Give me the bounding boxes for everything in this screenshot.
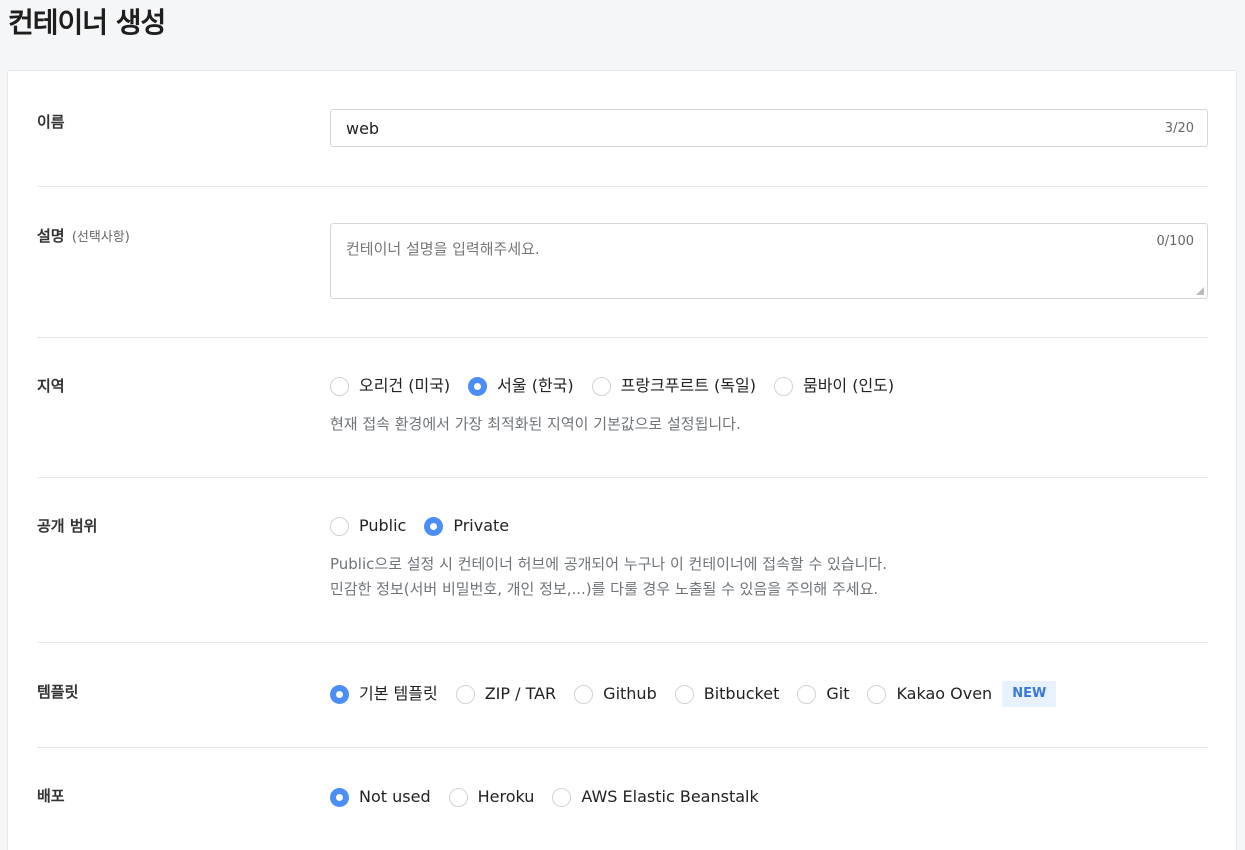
description-placeholder: 컨테이너 설명을 입력해주세요. [346,240,540,258]
description-row: 설명 (선택사항) 컨테이너 설명을 입력해주세요. 0/100 [37,187,1208,338]
template-option-git[interactable]: Git [797,683,849,705]
radio-unchecked-icon [773,376,793,396]
template-option-label: ZIP / TAR [484,684,557,703]
visibility-help-line1: Public으로 설정 시 컨테이너 허브에 공개되어 누구나 이 컨테이너에 … [330,555,888,573]
radio-checked-icon [330,787,349,807]
visibility-option-public[interactable]: Public [330,515,406,537]
region-option-label: 프랑크푸르트 (독일) [620,376,756,395]
radio-unchecked-icon [455,684,475,704]
radio-checked-icon [468,376,488,396]
deploy-option-label: Heroku [477,787,535,806]
radio-unchecked-icon [330,376,349,396]
name-char-counter: 3/20 [1164,121,1194,136]
description-label: 설명 (선택사항) [37,226,130,248]
deploy-option-label: AWS Elastic Beanstalk [581,787,759,806]
region-radio-group: 오리건 (미국) 서울 (한국) 프랑크푸르트 (독일) 뭄바이 (인도) [330,375,1208,397]
radio-unchecked-icon [330,516,349,536]
radio-unchecked-icon [797,684,817,704]
deploy-option-label: Not used [359,787,431,806]
create-container-form: 이름 web 3/20 설명 (선택사항) 컨테이너 설명을 입력해주세요. 0… [7,70,1237,850]
template-option-label: Bitbucket [703,684,780,703]
region-help-text: 현재 접속 환경에서 가장 최적화된 지역이 기본값으로 설정됩니다. [330,415,741,433]
region-option-label: 오리건 (미국) [359,376,451,395]
template-row: 템플릿 기본 템플릿 ZIP / TAR Github Bitbucket Gi… [37,643,1208,748]
description-char-counter: 0/100 [1156,234,1194,249]
radio-unchecked-icon [591,376,611,396]
radio-unchecked-icon [674,684,694,704]
name-label: 이름 [37,113,65,131]
radio-unchecked-icon [867,684,887,704]
template-option-label: 기본 템플릿 [359,684,438,703]
radio-unchecked-icon [448,787,468,807]
resize-handle-icon[interactable] [1196,287,1204,295]
region-option-seoul[interactable]: 서울 (한국) [468,375,574,397]
deploy-radio-group: Not used Heroku AWS Elastic Beanstalk [330,786,1208,808]
radio-unchecked-icon [574,684,594,704]
visibility-label: 공개 범위 [37,517,98,535]
template-label: 템플릿 [37,683,79,701]
page-title: 컨테이너 생성 [8,6,166,39]
visibility-row: 공개 범위 Public Private Public으로 설정 시 컨테이너 … [37,478,1208,643]
visibility-help-line2: 민감한 정보(서버 비밀번호, 개인 정보,...)를 다룰 경우 노출될 수 … [330,580,879,598]
template-option-kakao-oven[interactable]: Kakao Oven [867,683,992,705]
region-row: 지역 오리건 (미국) 서울 (한국) 프랑크푸르트 (독일) 뭄바이 (인도) [37,338,1208,478]
region-option-mumbai[interactable]: 뭄바이 (인도) [773,375,895,397]
new-badge: NEW [1002,681,1057,707]
region-option-label: 서울 (한국) [497,376,574,395]
region-option-label: 뭄바이 (인도) [802,376,895,395]
deploy-label: 배포 [37,787,65,805]
template-option-github[interactable]: Github [574,683,657,705]
radio-unchecked-icon [552,787,572,807]
radio-checked-icon [424,516,444,536]
visibility-option-label: Public [359,516,407,535]
template-option-bitbucket[interactable]: Bitbucket [674,683,780,705]
description-optional-note: (선택사항) [71,230,130,245]
template-option-label: Git [826,684,850,703]
name-input[interactable]: web 3/20 [330,109,1208,147]
visibility-option-private[interactable]: Private [424,515,509,537]
deploy-row: 배포 Not used Heroku AWS Elastic Beanstalk [37,748,1208,848]
region-option-oregon[interactable]: 오리건 (미국) [330,375,450,397]
name-row: 이름 web 3/20 [37,71,1208,187]
description-textarea[interactable]: 컨테이너 설명을 입력해주세요. 0/100 [330,223,1208,299]
deploy-option-not-used[interactable]: Not used [330,786,431,808]
template-option-label: Github [603,684,657,703]
visibility-radio-group: Public Private [330,515,1208,537]
visibility-option-label: Private [453,516,510,535]
name-input-value: web [346,119,380,138]
region-label: 지역 [37,377,65,395]
description-label-text: 설명 [37,227,65,245]
radio-checked-icon [330,684,349,704]
template-radio-group: 기본 템플릿 ZIP / TAR Github Bitbucket Git Ka… [330,681,1208,707]
deploy-option-aws-elastic-beanstalk[interactable]: AWS Elastic Beanstalk [552,786,759,808]
template-option-default[interactable]: 기본 템플릿 [330,683,438,705]
deploy-option-heroku[interactable]: Heroku [448,786,535,808]
template-option-label: Kakao Oven [896,684,993,703]
region-option-frankfurt[interactable]: 프랑크푸르트 (독일) [591,375,756,397]
template-option-zip-tar[interactable]: ZIP / TAR [455,683,557,705]
